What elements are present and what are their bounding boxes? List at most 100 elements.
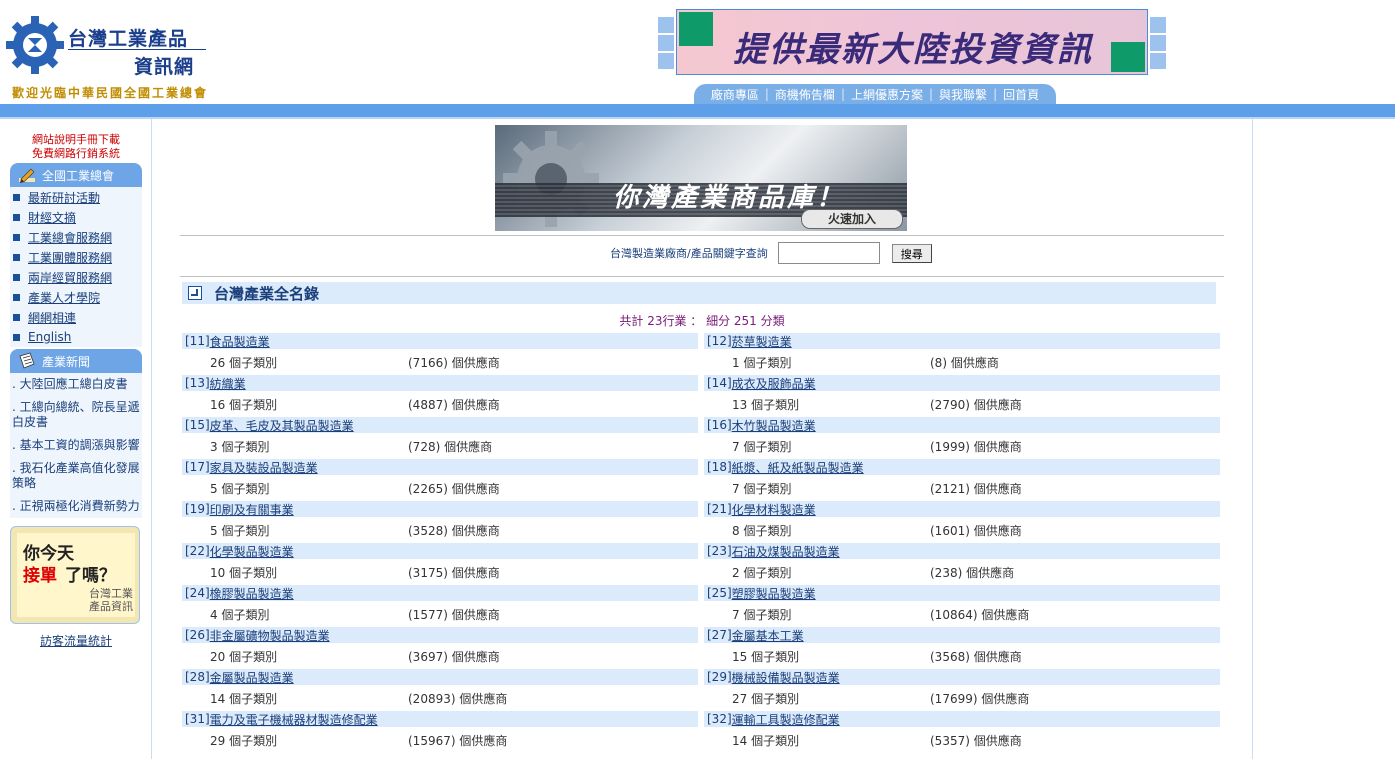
- industry-link[interactable]: 皮革、毛皮及其製品製造業: [210, 417, 354, 434]
- divider: [180, 235, 1224, 236]
- bullet-square-icon: [13, 253, 20, 261]
- industry-stats: 5 個子類別 (2265) 個供應商: [182, 475, 698, 501]
- join-now-button[interactable]: 火速加入: [801, 209, 903, 229]
- sidebar-item-label[interactable]: 工業團體服務網: [28, 249, 112, 266]
- banner-deco-square: [1150, 17, 1166, 33]
- industry-stats: 27 個子類別 (17699) 個供應商: [704, 685, 1220, 711]
- supplier-count: (1577) 個供應商: [408, 607, 500, 622]
- industry-entry: [25] 塑膠製品製造業 7 個子類別 (10864) 個供應商: [704, 585, 1220, 627]
- industry-stats: 2 個子類別 (238) 個供應商: [704, 559, 1220, 585]
- industry-link[interactable]: 化學材料製造業: [732, 501, 816, 518]
- sidebar-item-seminar[interactable]: 最新研討活動: [10, 187, 142, 207]
- nav-online-plans[interactable]: 上網優惠方案: [847, 86, 927, 103]
- sidebar-item-label[interactable]: 兩岸經貿服務網: [28, 269, 112, 286]
- industry-link[interactable]: 木竹製品製造業: [732, 417, 816, 434]
- main-banner-ad[interactable]: 你灣產業商品庫！ 火速加入: [495, 125, 907, 231]
- industry-link[interactable]: 金屬基本工業: [732, 627, 804, 644]
- banner-deco-square: [1150, 53, 1166, 69]
- banner-deco-square: [1150, 35, 1166, 51]
- news-item[interactable]: . 大陸回應工總白皮書: [10, 373, 142, 396]
- sidebar-item-label[interactable]: 財經文摘: [28, 209, 76, 226]
- industry-link[interactable]: 成衣及服飾品業: [732, 375, 816, 392]
- sidebar-item-industry-groups[interactable]: 工業團體服務網: [10, 247, 142, 267]
- banner-green-block: [679, 12, 713, 46]
- industry-header: [25] 塑膠製品製造業: [704, 585, 1220, 601]
- sidebar-item-cross-strait[interactable]: 兩岸經貿服務網: [10, 267, 142, 287]
- directory-section-header: 台灣產業全名錄: [182, 282, 1216, 304]
- industry-link[interactable]: 石油及煤製品製造業: [732, 543, 840, 560]
- logo-divider: [68, 49, 206, 50]
- industry-link[interactable]: 塑膠製品製造業: [732, 585, 816, 602]
- industry-entry: [21] 化學材料製造業 8 個子類別 (1601) 個供應商: [704, 501, 1220, 543]
- industry-header: [21] 化學材料製造業: [704, 501, 1220, 517]
- banner-green-block: [1111, 42, 1145, 72]
- industry-code: [26]: [185, 628, 210, 642]
- site-logo[interactable]: 台灣工業產品 資訊網 歡迎光臨中華民國全國工業總會: [4, 14, 264, 104]
- visitor-stats-link[interactable]: 訪客流量統計: [10, 632, 142, 649]
- industry-stats: 13 個子類別 (2790) 個供應商: [704, 391, 1220, 417]
- free-marketing-link[interactable]: 免費網路行銷系統: [10, 147, 142, 161]
- supplier-count: (8) 個供應商: [930, 355, 999, 370]
- news-item[interactable]: . 正視兩極化消費新勢力: [10, 495, 142, 518]
- industry-link[interactable]: 電力及電子機械器材製造修配業: [210, 711, 378, 728]
- industry-link[interactable]: 印刷及有關事業: [210, 501, 294, 518]
- news-item[interactable]: . 我石化產業高值化發展策略: [10, 457, 142, 495]
- nav-dealer-zone[interactable]: 廠商專區: [707, 86, 763, 103]
- news-item[interactable]: . 基本工資的調漲與影響: [10, 434, 142, 457]
- supplier-count: (15967) 個供應商: [408, 733, 508, 748]
- industry-entry: [11] 食品製造業 26 個子類別 (7166) 個供應商: [182, 333, 698, 375]
- subcategory-count: 27 個子類別: [732, 691, 800, 706]
- sidebar-item-label[interactable]: English: [28, 330, 71, 344]
- bullet-square-icon: [13, 233, 20, 241]
- search-input[interactable]: [777, 242, 880, 264]
- industry-entry: [32] 運輸工具製造修配業 14 個子類別 (5357) 個供應商: [704, 711, 1220, 753]
- nav-contact[interactable]: 與我聯繫: [935, 86, 991, 103]
- nav-bulletin[interactable]: 商機佈告欄: [771, 86, 839, 103]
- industry-stats: 4 個子類別 (1577) 個供應商: [182, 601, 698, 627]
- industry-header: [14] 成衣及服飾品業: [704, 375, 1220, 391]
- industry-link[interactable]: 機械設備製品製造業: [732, 669, 840, 686]
- subcategory-count: 20 個子類別: [210, 649, 278, 664]
- manual-download-link[interactable]: 網站說明手冊下載: [10, 133, 142, 147]
- industry-code: [18]: [707, 460, 732, 474]
- nav-separator: |: [764, 87, 769, 101]
- subcategory-count: 13 個子類別: [732, 397, 800, 412]
- industry-link[interactable]: 紙漿、紙及紙製品製造業: [732, 459, 864, 476]
- industry-link[interactable]: 金屬製品製造業: [210, 669, 294, 686]
- industry-link[interactable]: 非金屬礦物製品製造業: [210, 627, 330, 644]
- bullet-square-icon: [13, 293, 20, 301]
- sidebar-item-english[interactable]: English: [10, 327, 142, 347]
- banner-deco-square: [658, 53, 674, 69]
- top-banner-ad[interactable]: 提供最新大陸投資資訊: [658, 9, 1166, 75]
- sidebar-item-web-links[interactable]: 網網相連: [10, 307, 142, 327]
- industry-code: [29]: [707, 670, 732, 684]
- industry-header: [15] 皮革、毛皮及其製品製造業: [182, 417, 698, 433]
- industry-link[interactable]: 菸草製造業: [732, 333, 792, 350]
- sidebar-section-header: 產業新聞: [10, 349, 142, 373]
- industry-code: [16]: [707, 418, 732, 432]
- sidebar-item-label[interactable]: 網網相連: [28, 309, 76, 326]
- search-button[interactable]: 搜尋: [891, 243, 932, 263]
- subcategory-count: 14 個子類別: [732, 733, 800, 748]
- sidebar-item-label[interactable]: 工業總會服務網: [28, 229, 112, 246]
- industry-code: [22]: [185, 544, 210, 558]
- sidebar-item-talent-academy[interactable]: 產業人才學院: [10, 287, 142, 307]
- industry-link[interactable]: 化學製品製造業: [210, 543, 294, 560]
- industry-link[interactable]: 食品製造業: [210, 333, 270, 350]
- sidebar-item-label[interactable]: 產業人才學院: [28, 289, 100, 306]
- industry-link[interactable]: 紡織業: [210, 375, 246, 392]
- news-item[interactable]: . 工總向總統、院長呈遞白皮書: [10, 396, 142, 434]
- sidebar-ad-banner[interactable]: 你今天 接單 了嗎？ 台灣工業 產品資訊: [10, 526, 140, 624]
- sidebar-item-label[interactable]: 最新研討活動: [28, 189, 100, 206]
- sidebar-item-federation-service[interactable]: 工業總會服務網: [10, 227, 142, 247]
- nav-home[interactable]: 回首頁: [999, 86, 1043, 103]
- subcategory-count: 29 個子類別: [210, 733, 278, 748]
- sidebar-item-finance[interactable]: 財經文摘: [10, 207, 142, 227]
- industry-link[interactable]: 家具及裝設品製造業: [210, 459, 318, 476]
- industry-code: [15]: [185, 418, 210, 432]
- industry-link[interactable]: 橡膠製品製造業: [210, 585, 294, 602]
- industry-link[interactable]: 運輸工具製造修配業: [732, 711, 840, 728]
- industry-stats: 7 個子類別 (10864) 個供應商: [704, 601, 1220, 627]
- nav-separator: |: [840, 87, 845, 101]
- visitor-stats-label[interactable]: 訪客流量統計: [40, 634, 112, 648]
